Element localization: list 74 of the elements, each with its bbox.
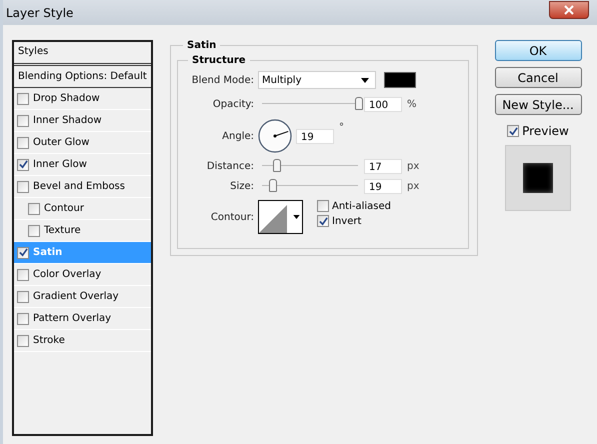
style-label: Contour [44, 203, 84, 214]
checkbox[interactable] [17, 92, 29, 104]
value-field[interactable]: 19 [296, 128, 334, 144]
unit-label: ° [339, 122, 344, 133]
style-label: Texture [44, 225, 81, 236]
style-item[interactable]: Inner Glow [14, 154, 151, 176]
dialog-button[interactable]: New Style... [494, 94, 582, 115]
checkbox[interactable] [317, 215, 329, 227]
checkbox-label: Anti-aliased [332, 200, 392, 212]
contour-picker[interactable] [258, 200, 303, 234]
style-item[interactable]: Stroke [14, 330, 151, 352]
field-label: Contour: [210, 212, 255, 223]
close-button[interactable] [549, 0, 589, 18]
style-item[interactable]: Bevel and Emboss [14, 176, 151, 198]
color-swatch[interactable] [384, 72, 416, 88]
slider-thumb[interactable] [355, 97, 363, 110]
field-label: Blend Mode: [190, 74, 255, 86]
style-item[interactable]: Pattern Overlay [14, 308, 151, 330]
style-item[interactable]: Gradient Overlay [14, 286, 151, 308]
slider-thumb[interactable] [268, 179, 277, 192]
style-label: Pattern Overlay [33, 313, 112, 324]
dialog-button[interactable]: OK [494, 40, 582, 61]
group-title: Structure [191, 55, 247, 66]
group-title: Satin [186, 40, 218, 51]
checkbox[interactable] [17, 180, 29, 192]
checkbox[interactable] [507, 125, 520, 137]
blending-options-item[interactable]: Blending Options: Default [14, 66, 151, 88]
style-label: Inner Glow [33, 159, 87, 170]
preview-thumbnail [505, 145, 571, 211]
caret-icon [293, 215, 300, 219]
checkbox[interactable] [28, 202, 40, 214]
style-item[interactable]: Outer Glow [14, 132, 151, 154]
checkbox[interactable] [17, 312, 29, 324]
style-label: Outer Glow [33, 137, 90, 148]
checkbox[interactable] [17, 136, 29, 148]
checkbox[interactable] [17, 290, 29, 302]
style-item[interactable]: Drop Shadow [14, 88, 151, 110]
style-item[interactable]: Contour [14, 198, 151, 220]
caret-icon [361, 78, 369, 82]
style-label: Satin [33, 247, 62, 258]
style-item[interactable]: Inner Shadow [14, 110, 151, 132]
checkbox[interactable] [28, 224, 40, 236]
blend-mode-dropdown[interactable]: Multiply [258, 71, 376, 89]
checkbox[interactable] [17, 334, 29, 346]
checkbox[interactable] [17, 158, 29, 170]
window-title: Layer Style [5, 6, 74, 20]
checkbox[interactable] [17, 114, 29, 126]
checkbox[interactable] [17, 268, 29, 280]
field-label: Opacity: [212, 98, 255, 110]
checkbox-label: Preview [522, 124, 569, 138]
style-label: Drop Shadow [33, 93, 100, 104]
angle-dial[interactable] [258, 119, 292, 153]
style-label: Stroke [33, 335, 65, 346]
unit-label: % [407, 98, 417, 110]
close-icon [564, 4, 574, 14]
unit-label: px [407, 180, 420, 192]
style-item[interactable]: Color Overlay [14, 264, 151, 286]
value-field[interactable]: 19 [364, 178, 402, 194]
slider-thumb[interactable] [273, 159, 282, 172]
value-field[interactable]: 100 [364, 96, 402, 112]
checkbox-label: Invert [332, 216, 362, 226]
field-label: Angle: [221, 130, 255, 142]
dialog-button[interactable]: Cancel [494, 67, 582, 88]
style-label: Color Overlay [33, 269, 102, 280]
field-label: Distance: [206, 160, 255, 172]
style-label: Inner Shadow [33, 115, 102, 126]
style-label: Gradient Overlay [33, 291, 119, 302]
checkbox[interactable] [17, 246, 29, 258]
field-label: Size: [229, 180, 255, 192]
styles-header[interactable]: Styles [14, 42, 151, 66]
style-label: Bevel and Emboss [33, 181, 125, 192]
value-field[interactable]: 17 [364, 158, 402, 174]
checkbox[interactable] [317, 200, 329, 212]
unit-label: px [407, 160, 420, 172]
